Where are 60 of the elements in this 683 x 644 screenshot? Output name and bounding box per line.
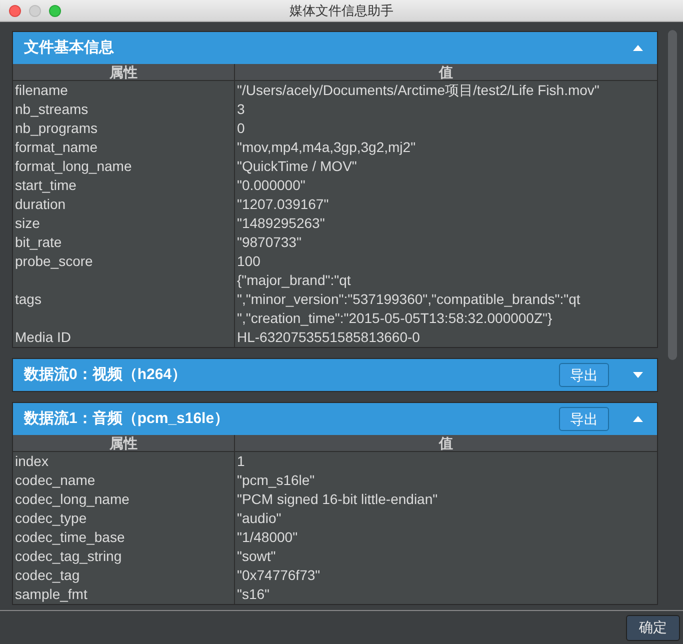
value-cell-text: "mov,mp4,m4a,3gp,3g2,mj2" [236, 138, 417, 157]
value-cell-text: 0 [236, 119, 246, 138]
export-button[interactable]: 导出 [559, 363, 609, 387]
value-cell-text: HL-6320753551585813660-0 [236, 328, 421, 347]
column-header[interactable]: 值 [235, 435, 657, 451]
column-header[interactable]: 属性 [13, 64, 235, 80]
property-cell: bit_rate [13, 233, 235, 252]
value-cell-text: "1/48000" [236, 528, 299, 547]
zoom-button[interactable] [49, 4, 61, 16]
section-header[interactable]: 文件基本信息 [13, 32, 657, 64]
value-cell-text: {"major_brand":"qt ","minor_version":"537199360","compatible_brands":"qt ","creation_time":"2015-05-05T13:58:32.000000Z"} [236, 271, 582, 328]
value-cell-text: "audio" [236, 509, 282, 528]
value-cell-text: "s16" [236, 585, 271, 604]
export-button[interactable]: 导出 [559, 407, 609, 431]
section-title: 数据流0：视频（h264） [24, 364, 188, 385]
property-cell: start_time [13, 176, 235, 195]
property-cell: codec_time_base [13, 528, 235, 547]
value-cell-text: "1207.039167" [236, 195, 330, 214]
ok-button[interactable]: 确定 [626, 614, 680, 640]
value-cell-text: "QuickTime / MOV" [236, 157, 358, 176]
value-cell-text: 100 [236, 252, 262, 271]
property-cell: format_name [13, 138, 235, 157]
property-cell: duration [13, 195, 235, 214]
value-cell-text: "0x74776f73" [236, 566, 322, 585]
scrollbar-thumb[interactable] [668, 30, 677, 360]
value-cell-text: "9870733" [236, 233, 302, 252]
value-cell-text: "1489295263" [236, 214, 326, 233]
collapse-icon[interactable] [633, 45, 643, 51]
property-cell: sample_fmt [13, 585, 235, 604]
value-cell-text: 1 [236, 452, 246, 471]
close-button[interactable] [9, 4, 21, 16]
expand-icon[interactable] [633, 372, 643, 378]
property-cell: codec_tag_string [13, 547, 235, 566]
column-header[interactable]: 值 [235, 64, 657, 80]
section-header[interactable]: 数据流1：音频（pcm_s16le） 导出 [13, 403, 657, 435]
window-title: 媒体文件信息助手 [290, 2, 394, 20]
property-cell: nb_streams [13, 100, 235, 119]
property-cell: probe_score [13, 252, 235, 271]
column-header[interactable]: 属性 [13, 435, 235, 451]
property-cell: filename [13, 81, 235, 100]
value-cell-text: "sowt" [236, 547, 277, 566]
property-cell: size [13, 214, 235, 233]
section-title: 数据流1：音频（pcm_s16le） [24, 408, 230, 429]
property-cell: codec_long_name [13, 490, 235, 509]
property-cell: codec_name [13, 471, 235, 490]
property-cell: index [13, 452, 235, 471]
section-title: 文件基本信息 [24, 38, 115, 58]
property-cell: tags [13, 271, 235, 328]
collapse-icon[interactable] [633, 416, 643, 422]
property-cell: codec_type [13, 509, 235, 528]
value-cell-text: "0.000000" [236, 176, 306, 195]
value-cell-text: "pcm_s16le" [236, 471, 316, 490]
property-cell: Media ID [13, 328, 235, 347]
value-cell-text: 3 [236, 100, 246, 119]
property-cell: nb_programs [13, 119, 235, 138]
value-cell-text: "/Users/acely/Documents/Arctime项目/test2/Life Fish.mov" [236, 81, 600, 100]
property-cell: format_long_name [13, 157, 235, 176]
value-cell-text: "PCM signed 16-bit little-endian" [236, 490, 439, 509]
property-cell: codec_tag [13, 566, 235, 585]
section-header[interactable]: 数据流0：视频（h264） 导出 [13, 359, 657, 391]
